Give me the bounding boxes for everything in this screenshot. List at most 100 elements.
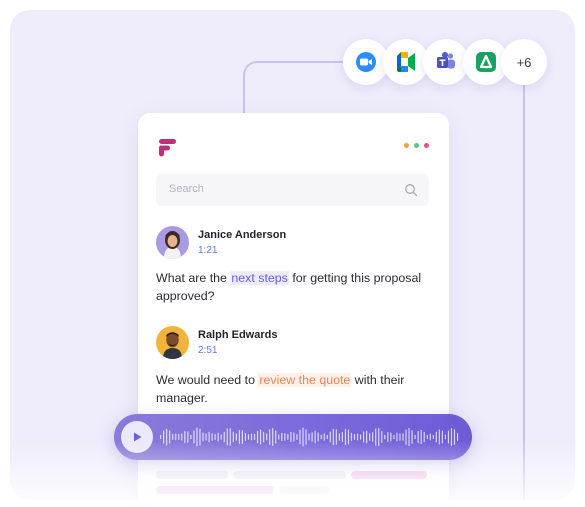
waveform-bar [169, 430, 171, 444]
waveform-bar [320, 434, 322, 440]
waveform-bar [359, 434, 362, 440]
waveform-bar [250, 433, 253, 441]
waveform-bar [396, 432, 398, 442]
sender-name: Ralph Edwards [198, 329, 278, 341]
waveform-bar [211, 433, 213, 441]
waveform-bar [281, 432, 283, 442]
waveform-bar [160, 435, 162, 439]
waveform-bar [444, 434, 447, 440]
waveform-bar [272, 428, 274, 446]
waveform-bar [208, 431, 210, 443]
waveform-bar [256, 430, 259, 444]
waveform-bar [263, 431, 265, 443]
text-segment: What are the [156, 271, 231, 285]
waveform-bar [353, 434, 356, 440]
waveform-bar [384, 434, 386, 440]
more-integrations-button[interactable]: +6 [501, 39, 547, 85]
waveform-bar [453, 429, 456, 445]
waveform-bar [244, 432, 247, 442]
waveform-bar [202, 432, 204, 442]
waveform-bar [417, 430, 419, 444]
search-placeholder: Search [169, 183, 204, 195]
waveform-bar [266, 433, 268, 441]
waveform-bar [456, 433, 459, 441]
waveform-bar [290, 431, 292, 443]
play-button[interactable] [121, 421, 153, 453]
waveform-bar [399, 433, 401, 441]
waveform-bar [402, 433, 404, 441]
waveform-bar [414, 434, 416, 440]
waveform-bar [326, 434, 328, 440]
highlight-phrase[interactable]: next steps [230, 271, 289, 285]
avatar [156, 226, 189, 259]
waveform-bar [332, 428, 334, 446]
waveform-bar [196, 427, 198, 447]
sender-name: Janice Anderson [198, 229, 287, 241]
waveform-bar [387, 432, 389, 442]
waveform-bar [293, 432, 295, 442]
waveform-bar [411, 430, 413, 444]
waveform-bar [178, 433, 180, 441]
card-menu-button[interactable] [404, 143, 429, 148]
waveform-bar [441, 430, 443, 444]
waveform-bar [423, 431, 425, 443]
waveform-bar [366, 430, 368, 444]
waveform-bar [187, 431, 189, 443]
play-icon [134, 432, 142, 442]
meeting-app-icon [476, 52, 496, 72]
search-icon[interactable] [404, 183, 418, 197]
waveform-bar [305, 429, 307, 445]
waveform-bar [372, 432, 374, 442]
waveform-bar [447, 430, 450, 444]
connector-line-top [243, 61, 353, 116]
waveform-bar [247, 434, 250, 440]
waveform-bar [259, 429, 262, 445]
waveform-bar [311, 432, 313, 442]
waveform-bar [229, 428, 231, 446]
waveform-bar [429, 433, 431, 441]
waveform-bar [450, 428, 453, 446]
waveform-bar [232, 431, 234, 443]
waveform-bar [214, 433, 216, 441]
waveform-bar [308, 433, 310, 441]
waveform-bar [190, 434, 192, 440]
waveform-bar [435, 431, 437, 443]
highlight-phrase[interactable]: review the quote [258, 373, 352, 387]
waveform-bar [438, 429, 440, 445]
waveform-bar [220, 434, 222, 440]
waveform-bar [302, 427, 304, 447]
waveform-bar [375, 428, 377, 446]
audio-waveform[interactable] [160, 422, 460, 452]
waveform-bar [341, 431, 343, 443]
waveform-bar [296, 434, 298, 440]
message-text: What are the next steps for getting this… [156, 269, 431, 305]
waveform-bar [184, 430, 186, 444]
waveform-bar [432, 434, 434, 440]
waveform-bar [238, 429, 240, 445]
waveform-bar [235, 433, 237, 441]
audio-player [114, 414, 472, 460]
skeleton-line [233, 471, 346, 479]
waveform-bar [393, 434, 395, 440]
waveform-bar [199, 428, 201, 446]
app-logo-icon [159, 139, 176, 157]
waveform-bar [405, 429, 407, 445]
menu-dot-pink [424, 143, 429, 148]
message-text: We would need to review the quote with t… [156, 371, 431, 407]
waveform-bar [335, 429, 337, 445]
waveform-bar [338, 433, 340, 441]
message-timestamp[interactable]: 1:21 [198, 245, 217, 256]
waveform-bar [166, 428, 168, 446]
skeleton-line [156, 486, 274, 494]
waveform-bar [226, 428, 228, 446]
waveform-bar [175, 433, 177, 441]
waveform-bar [381, 430, 383, 444]
search-input[interactable]: Search [156, 174, 429, 206]
waveform-bar [369, 433, 371, 441]
waveform-bar [253, 433, 256, 441]
waveform-bar [205, 433, 207, 441]
message-timestamp[interactable]: 2:51 [198, 345, 217, 356]
waveform-bar [347, 429, 350, 445]
waveform-bar [278, 434, 280, 440]
waveform-bar [193, 430, 195, 444]
